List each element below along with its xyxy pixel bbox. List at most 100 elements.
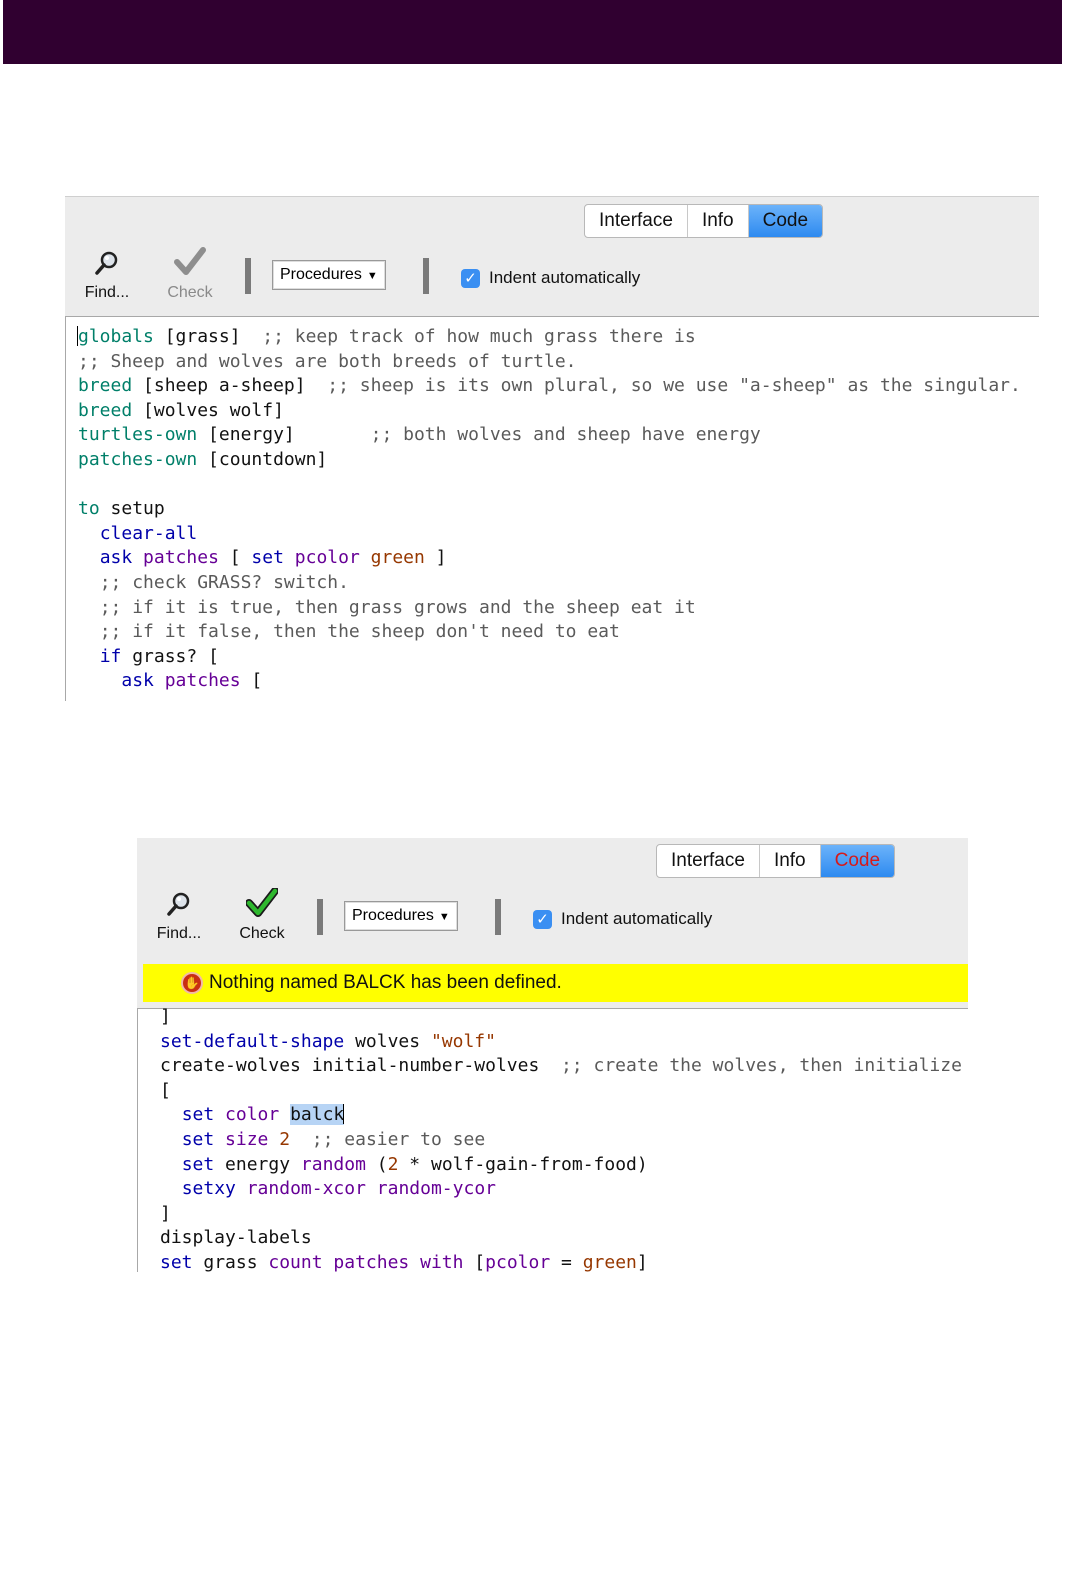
code-line[interactable]: ;; if it is true, then grass grows and t… xyxy=(78,596,1021,621)
tab-info[interactable]: Info xyxy=(688,205,749,237)
text-caret xyxy=(343,1104,345,1125)
code-token: random xyxy=(300,1153,366,1175)
code-comment: ;; check GRASS? switch. xyxy=(99,571,349,593)
code-token: if xyxy=(99,645,122,667)
code-token: ] xyxy=(424,547,447,569)
toolbar: Interface Info Code Find... Check Proced… xyxy=(137,838,968,1008)
code-line[interactable]: ask patches [ xyxy=(78,669,1021,694)
code-line[interactable]: display-labels xyxy=(160,1226,962,1251)
selected-token: balck xyxy=(290,1104,345,1126)
code-line[interactable]: create-wolves initial-number-wolves ;; c… xyxy=(160,1054,962,1079)
tab-code[interactable]: Code xyxy=(748,205,823,237)
code-token: set-default-shape xyxy=(160,1030,345,1052)
code-line[interactable]: ;; if it false, then the sheep don't nee… xyxy=(78,620,1021,645)
code-comment: ;; keep track of how much grass there is xyxy=(262,326,696,347)
code-line[interactable]: set color balck xyxy=(160,1103,962,1128)
code-line[interactable]: setxy random-xcor random-ycor xyxy=(160,1177,962,1202)
error-bar: ✋ Nothing named BALCK has been defined. xyxy=(143,964,968,1002)
find-label: Find... xyxy=(156,925,202,942)
tab-interface[interactable]: Interface xyxy=(585,205,688,237)
tab-code[interactable]: Code xyxy=(820,845,895,877)
find-button[interactable]: Find... xyxy=(153,890,205,943)
code-token: with xyxy=(420,1251,464,1272)
code-token: create-wolves initial-number-wolves xyxy=(160,1055,561,1077)
code-token: display-labels xyxy=(160,1227,312,1249)
code-text[interactable]: ] set-default-shape wolves "wolf" create-w… xyxy=(160,1005,962,1272)
header-bar xyxy=(3,0,1062,64)
check-button[interactable]: Check xyxy=(162,247,218,302)
code-line[interactable]: breed [sheep a-sheep] ;; sheep is its ow… xyxy=(78,374,1021,399)
code-line[interactable]: patches-own [countdown] xyxy=(78,448,1021,473)
code-tab-panel-2: Interface Info Code Find... Check Proced… xyxy=(137,838,968,1272)
indent-checkbox[interactable]: ✓ xyxy=(533,909,552,929)
code-token: ask xyxy=(121,670,154,692)
find-button[interactable]: Find... xyxy=(81,249,133,302)
code-line[interactable]: [ xyxy=(160,1079,962,1104)
gray-checkmark-icon xyxy=(174,247,206,275)
code-token: "wolf" xyxy=(430,1030,496,1052)
indent-label: Indent automatically xyxy=(561,909,713,928)
tab-info[interactable]: Info xyxy=(760,845,821,877)
code-token: [grass] xyxy=(153,326,263,347)
indent-checkbox[interactable]: ✓ xyxy=(461,268,480,288)
toolbar: Interface Info Code Find... Check Proced… xyxy=(65,196,1039,317)
code-line[interactable]: breed [wolves wolf] xyxy=(78,399,1021,424)
check-label: Check xyxy=(239,925,285,942)
code-token: turtles-own xyxy=(78,424,198,446)
code-token: color xyxy=(225,1104,280,1126)
check-button[interactable]: Check xyxy=(234,887,290,943)
code-comment: ;; if it is true, then grass grows and t… xyxy=(99,596,696,618)
code-tab-panel-1: Interface Info Code Find... Check Proced… xyxy=(65,196,1039,701)
code-token: pcolor xyxy=(485,1251,551,1272)
code-token: = xyxy=(550,1251,583,1272)
indent-checkbox-row: ✓ Indent automatically xyxy=(461,268,640,288)
code-token: size xyxy=(225,1128,269,1150)
code-token: ] xyxy=(636,1251,648,1272)
code-token: [ xyxy=(463,1251,486,1272)
dropdown-arrow-icon: ▼ xyxy=(366,270,378,282)
code-line[interactable] xyxy=(78,473,1021,498)
code-token: ask xyxy=(99,547,133,569)
code-line[interactable]: clear-all xyxy=(78,522,1021,547)
code-token: * wolf-gain-from-food) xyxy=(398,1153,648,1175)
code-line[interactable]: to setup xyxy=(78,497,1021,522)
code-line[interactable]: ] xyxy=(160,1005,962,1030)
code-line[interactable]: ;; Sheep and wolves are both breeds of t… xyxy=(78,350,1021,375)
stop-hand-icon: ✋ xyxy=(181,972,203,994)
code-text[interactable]: globals [grass] ;; keep track of how muc… xyxy=(77,325,1021,694)
code-line[interactable]: if grass? [ xyxy=(78,645,1021,670)
code-token: [ xyxy=(240,670,263,692)
code-line[interactable]: ask patches [ set pcolor green ] xyxy=(78,546,1021,571)
toolbar-separator xyxy=(317,899,323,935)
code-token: [ xyxy=(218,547,252,569)
procedures-dropdown[interactable]: Procedures ▼ xyxy=(344,901,458,931)
code-line[interactable]: turtles-own [energy] ;; both wolves and … xyxy=(78,423,1021,448)
code-line[interactable]: set grass count patches with [pcolor = g… xyxy=(160,1251,962,1272)
code-token: [ xyxy=(160,1079,171,1101)
code-line[interactable]: set size 2 ;; easier to see xyxy=(160,1128,962,1153)
procedures-dropdown[interactable]: Procedures ▼ xyxy=(272,260,386,290)
code-editor[interactable]: globals [grass] ;; keep track of how muc… xyxy=(65,316,1039,701)
code-line[interactable]: ;; check GRASS? switch. xyxy=(78,571,1021,596)
code-line[interactable]: globals [grass] ;; keep track of how muc… xyxy=(77,325,1021,350)
code-token: set xyxy=(181,1104,215,1126)
code-line[interactable]: ] xyxy=(160,1202,962,1227)
indent-checkbox-row: ✓ Indent automatically xyxy=(533,909,712,929)
code-line[interactable]: set-default-shape wolves "wolf" xyxy=(160,1030,962,1055)
code-line[interactable]: set energy random (2 * wolf-gain-from-fo… xyxy=(160,1153,962,1178)
code-editor[interactable]: ] set-default-shape wolves "wolf" create-w… xyxy=(137,1005,968,1272)
indent-label: Indent automatically xyxy=(489,268,641,287)
tab-interface[interactable]: Interface xyxy=(657,845,760,877)
